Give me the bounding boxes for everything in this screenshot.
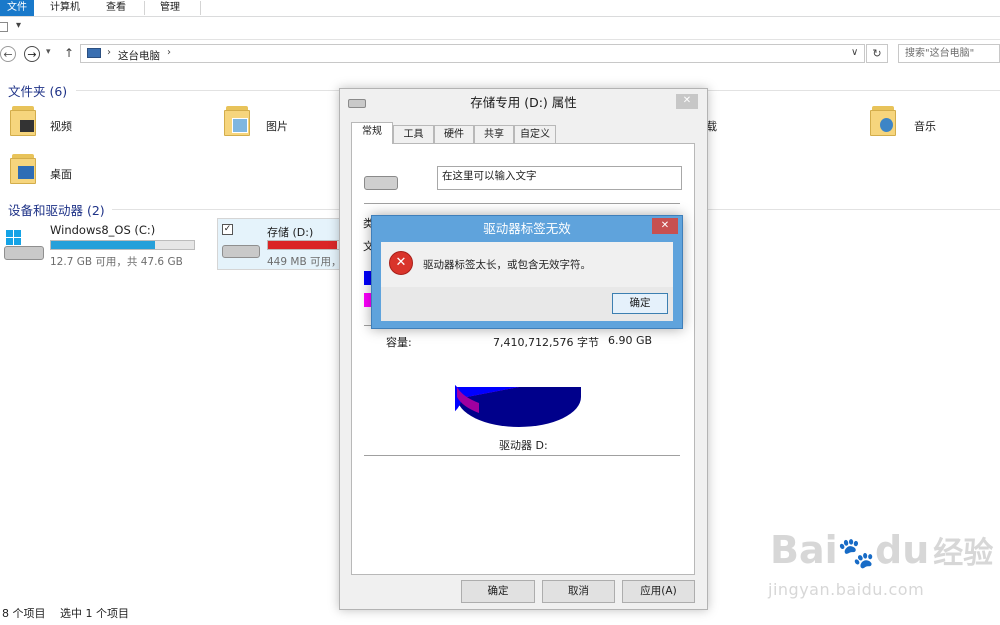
drive-name: Windows8_OS (C:) [50,223,156,237]
film-icon [20,120,34,132]
apply-button[interactable]: 应用(A) [622,580,695,603]
cancel-button[interactable]: 取消 [542,580,615,603]
watermark-url: jingyan.baidu.com [768,580,925,599]
drive-c[interactable]: Windows8_OS (C:) 12.7 GB 可用，共 47.6 GB [0,218,212,270]
capacity-bytes: 7,410,712,576 字节 [493,336,599,349]
error-title: 驱动器标签无效 [483,221,571,236]
music-folder-icon [870,106,896,136]
qat-icon[interactable] [0,22,8,32]
pictures-folder-icon [224,106,250,136]
tab-general[interactable]: 常规 [351,122,393,144]
error-message: 驱动器标签太长，或包含无效字符。 [423,259,591,271]
ribbon-separator [144,1,145,15]
capacity-size: 6.90 GB [608,334,653,347]
music-note-icon [880,118,893,132]
divider [364,455,680,456]
tab-computer[interactable]: 计算机 [42,0,88,16]
tab-view[interactable]: 查看 [98,0,134,16]
tab-tools[interactable]: 工具 [393,125,434,143]
drive-icon [364,176,398,190]
drive-space-info: 449 MB 可用， [267,256,342,268]
folder-music[interactable]: 音乐 [866,100,986,146]
windows-logo-icon [6,230,22,246]
disk-usage-pie [455,384,581,427]
ribbon-separator [200,1,201,15]
back-button[interactable]: ← [0,46,16,62]
breadcrumb-separator: › [167,47,171,58]
error-ok-button[interactable]: 确定 [612,293,668,314]
tab-file[interactable]: 文件 [0,0,34,16]
error-body: ✕ 驱动器标签太长，或包含无效字符。 确定 [381,242,673,321]
drive-usage-fill [51,241,156,249]
folder-label: 音乐 [914,120,936,133]
drive-checkbox[interactable]: ✓ [222,224,233,235]
removable-drive-icon [222,245,260,258]
breadcrumb-this-pc[interactable]: 这台电脑 [118,48,160,63]
video-folder-icon [10,106,36,136]
drive-usage-bar [267,240,342,250]
recent-locations-icon[interactable]: ▾ [46,47,51,57]
hard-drive-icon [4,246,44,260]
qat-customize-icon[interactable]: ▾ [16,20,21,31]
folder-videos[interactable]: 视频 [4,100,224,146]
folder-label: 图片 [266,120,288,133]
volume-label-input[interactable]: 在这里可以输入文字 [437,166,682,190]
folder-label: 桌面 [50,168,72,181]
selected-count: 选中 1 个项目 [60,607,129,620]
divider [364,203,680,204]
address-dropdown-icon[interactable]: ∨ [851,47,858,58]
error-dialog: 驱动器标签无效 ✕ ✕ 驱动器标签太长，或包含无效字符。 确定 [371,215,683,329]
photo-icon [232,118,248,133]
error-icon: ✕ [389,251,413,275]
item-count: 8 个项目 [2,607,46,620]
folder-label: 视频 [50,120,72,133]
up-button[interactable]: ↑ [64,46,74,60]
forward-button[interactable]: → [24,46,40,62]
tab-hardware[interactable]: 硬件 [434,125,474,143]
refresh-button[interactable]: ↻ [866,44,888,63]
close-icon[interactable]: ✕ [676,94,698,109]
tab-manage[interactable]: 管理 [152,0,188,16]
folder-desktop[interactable]: 桌面 [4,148,224,194]
monitor-icon [18,166,34,179]
drive-usage-fill [268,241,337,249]
capacity-label: 容量: [386,336,412,349]
computer-icon [87,48,101,58]
drive-name: 存储 (D:) [267,226,314,239]
drive-usage-bar [50,240,195,250]
tab-customize[interactable]: 自定义 [514,125,556,143]
dialog-title: 存储专用 (D:) 属性 [470,95,577,110]
search-input[interactable]: 搜索"这台电脑" [898,44,1000,63]
quick-access-toolbar: ▾ [0,17,1000,40]
folders-group-title[interactable]: 文件夹 (6) [8,81,67,100]
ok-button[interactable]: 确定 [461,580,535,603]
tab-sharing[interactable]: 共享 [474,125,514,143]
drive-d[interactable]: ✓ 存储 (D:) 449 MB 可用， [217,218,342,270]
ribbon-tabs: 文件 计算机 查看 管理 [0,0,1000,17]
watermark-logo: Bai🐾du 经验 [770,528,994,572]
devices-group-title[interactable]: 设备和驱动器 (2) [8,200,105,219]
breadcrumb-separator: › [107,47,111,58]
desktop-folder-icon [10,154,36,184]
drive-space-info: 12.7 GB 可用，共 47.6 GB [50,256,183,268]
drive-title-icon [348,99,366,108]
folder-pictures[interactable]: 图片 [220,100,340,146]
address-bar[interactable]: › 这台电脑 › ∨ [80,44,865,63]
error-close-icon[interactable]: ✕ [652,218,678,234]
drive-caption: 驱动器 D: [499,439,548,452]
